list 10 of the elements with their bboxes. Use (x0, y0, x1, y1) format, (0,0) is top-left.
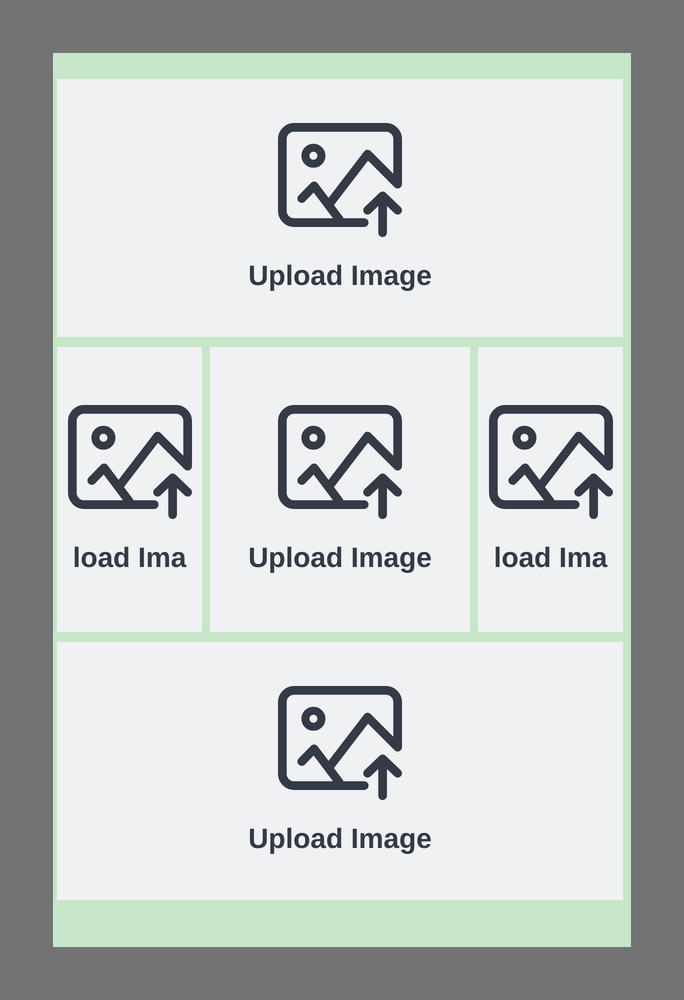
upload-tile[interactable]: load Ima (478, 347, 623, 632)
image-upload-icon (278, 123, 402, 238)
image-upload-icon (278, 686, 402, 800)
image-upload-icon (68, 404, 192, 519)
upload-tile[interactable]: Upload Image (57, 79, 623, 337)
image-upload-icon (278, 404, 402, 519)
upload-tile[interactable]: Upload Image (210, 347, 470, 632)
upload-tile[interactable]: Upload Image (57, 642, 623, 900)
upload-tile[interactable]: load Ima (57, 347, 202, 632)
image-upload-icon (488, 404, 612, 519)
